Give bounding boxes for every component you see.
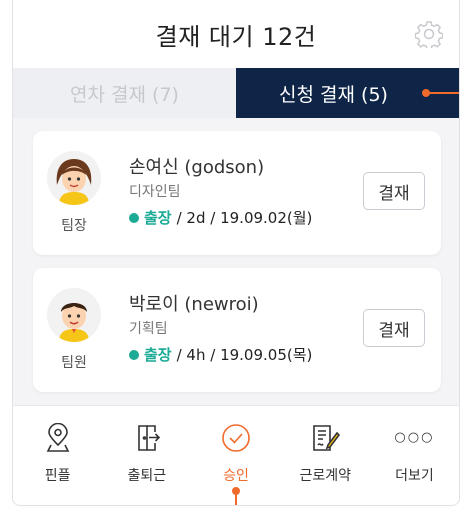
contract-sign-icon [310, 423, 341, 453]
team-name: 기획팀 [129, 321, 168, 337]
nav-item-pinple[interactable]: 핀플 [13, 406, 102, 505]
active-tab-indicator [422, 89, 459, 97]
request-type: 출장 [144, 209, 172, 227]
door-exit-icon [132, 423, 162, 453]
location-pin-icon [43, 423, 73, 453]
request-detail: / 4h / 19.09.05(목) [176, 346, 313, 364]
requester-name: 손여신 (godson) [129, 157, 265, 178]
male-avatar [47, 288, 101, 342]
team-name: 디자인팀 [129, 184, 181, 200]
female-avatar [47, 151, 101, 205]
nav-item-contract[interactable]: 근로계약 [281, 406, 370, 505]
status-dot [129, 349, 139, 360]
app-frame: 결재 대기 12건 연차 결재 (7) 신청 결재 (5) 팀장 손여신 (go… [12, 0, 460, 506]
tab-request-approval[interactable]: 신청 결재 (5) [236, 68, 459, 118]
request-card[interactable]: 팀원 박로이 (newroi) 기획팀 출장 / 4h / 19.09.05(목… [33, 268, 441, 392]
role-label: 팀원 [61, 355, 87, 371]
nav-item-commute[interactable]: 출퇴근 [102, 406, 191, 505]
request-detail: / 2d / 19.09.02(월) [176, 209, 313, 227]
nav-label: 더보기 [395, 468, 434, 484]
status-dot [129, 212, 139, 223]
nav-label: 출퇴근 [127, 468, 167, 484]
nav-item-more[interactable]: ○○○ 더보기 [370, 406, 459, 505]
nav-label: 핀플 [44, 468, 71, 484]
active-nav-indicator [232, 487, 240, 505]
nav-item-approval[interactable]: 승인 [191, 406, 280, 505]
tab-label: 신청 결재 (5) [279, 83, 388, 106]
request-card[interactable]: 팀장 손여신 (godson) 디자인팀 출장 / 2d / 19.09.02(… [33, 131, 441, 255]
request-summary: 출장 / 4h / 19.09.05(목) [129, 344, 312, 365]
tab-bar: 연차 결재 (7) 신청 결재 (5) [13, 68, 459, 118]
role-label: 팀장 [61, 218, 87, 234]
bottom-nav: 핀플 출퇴근 승인 근로계약 ○○○ 더보기 [13, 405, 459, 505]
header: 결재 대기 12건 [13, 0, 459, 68]
approve-button[interactable]: 결재 [363, 172, 425, 210]
approve-button[interactable]: 결재 [363, 309, 425, 347]
request-type: 출장 [144, 346, 172, 364]
tab-annual-leave-approval[interactable]: 연차 결재 (7) [13, 68, 236, 118]
check-circle-icon [221, 423, 251, 453]
tab-label: 연차 결재 (7) [70, 83, 179, 106]
request-summary: 출장 / 2d / 19.09.02(월) [129, 207, 312, 228]
gear-icon[interactable] [414, 20, 444, 51]
nav-label: 근로계약 [299, 468, 351, 484]
more-dots-icon: ○○○ [394, 430, 435, 445]
nav-label: 승인 [223, 468, 249, 484]
page-title: 결재 대기 12건 [155, 22, 317, 51]
requester-name: 박로이 (newroi) [129, 294, 259, 315]
